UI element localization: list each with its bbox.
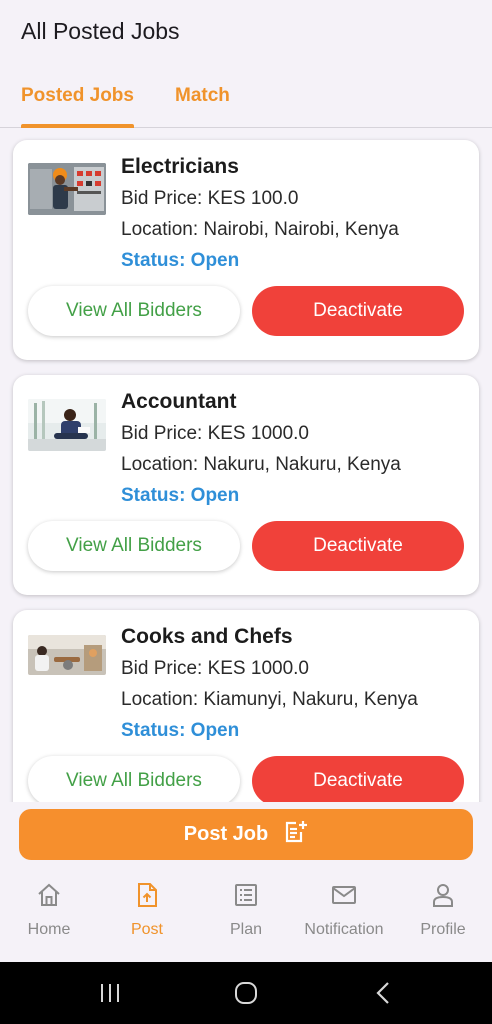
view-all-bidders-button[interactable]: View All Bidders [28,286,240,336]
job-location: Location: Nakuru, Nakuru, Kenya [121,454,401,475]
nav-post-label: Post [130,921,163,938]
home-icon [38,883,60,906]
nav-home-label: Home [27,921,71,938]
job-status: Status: Open [121,720,240,741]
deactivate-button[interactable]: Deactivate [252,286,464,336]
job-title: Electricians [121,155,239,178]
system-navigation-bar [0,962,492,1024]
job-card: Accountant Bid Price: KES 1000.0 Locatio… [13,375,479,595]
tab-posted-jobs[interactable]: Posted Jobs [21,85,134,107]
page-title: All Posted Jobs [21,18,180,44]
nav-post[interactable]: Post [98,868,196,962]
job-card: Electricians Bid Price: KES 100.0 Locati… [13,140,479,360]
view-all-bidders-button[interactable]: View All Bidders [28,756,240,802]
nav-profile-label: Profile [420,921,466,938]
post-job-label: Post Job [183,823,269,845]
post-add-icon [282,819,308,851]
nav-profile[interactable]: Profile [394,868,492,962]
nav-plan-label: Plan [229,921,263,938]
home-circle-icon[interactable] [234,981,258,1005]
deactivate-button[interactable]: Deactivate [252,521,464,571]
job-title: Cooks and Chefs [121,625,293,648]
person-icon [433,884,453,907]
deactivate-button[interactable]: Deactivate [252,756,464,802]
job-location: Location: Nairobi, Nairobi, Kenya [121,219,399,240]
job-status: Status: Open [121,250,240,271]
job-image-cooks [28,635,106,675]
app-header: All Posted Jobs Posted Jobs Match [0,0,492,128]
plan-icon [235,884,257,906]
recent-apps-icon[interactable] [98,981,122,1005]
nav-plan[interactable]: Plan [197,868,295,962]
job-status: Status: Open [121,485,240,506]
back-icon[interactable] [372,981,396,1005]
view-all-bidders-button[interactable]: View All Bidders [28,521,240,571]
job-image-accountant [28,399,106,451]
job-title: Accountant [121,390,237,413]
job-bid-price: Bid Price: KES 1000.0 [121,423,309,444]
nav-notification[interactable]: Notification [295,868,393,962]
post-job-button[interactable]: Post Job [19,809,473,860]
nav-home[interactable]: Home [0,868,98,962]
job-image-electrician [28,163,106,215]
nav-notification-label: Notification [304,921,384,938]
active-tab-indicator [21,124,134,128]
job-card: Cooks and Chefs Bid Price: KES 1000.0 Lo… [13,610,479,802]
job-bid-price: Bid Price: KES 1000.0 [121,658,309,679]
bottom-navigation: Home Post Plan Notification Profile [0,868,492,962]
post-icon [138,883,157,907]
mail-icon [332,886,356,904]
job-list[interactable]: Electricians Bid Price: KES 100.0 Locati… [0,129,492,802]
job-location: Location: Kiamunyi, Nakuru, Kenya [121,689,418,710]
tab-match[interactable]: Match [175,85,230,107]
job-bid-price: Bid Price: KES 100.0 [121,188,299,209]
